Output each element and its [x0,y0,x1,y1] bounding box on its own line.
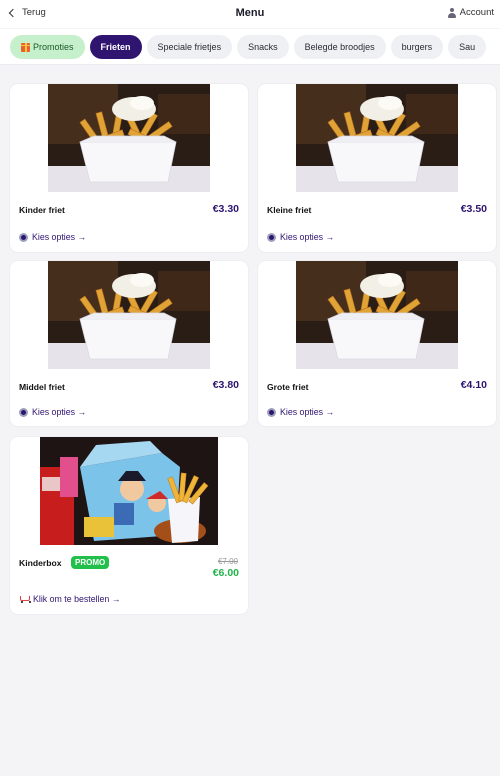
product-image [40,437,218,545]
product-name: Kleine friet [267,205,312,215]
account-button[interactable]: Account [447,7,494,18]
product-image [48,84,210,192]
product-card-grote-friet[interactable]: Grote friet €4.10 Kies opties → [258,261,496,426]
category-chip-label: Promoties [33,42,74,52]
choose-options-link[interactable]: Kies opties → [19,407,86,417]
choose-options-label: Kies opties → [32,407,87,417]
product-name: Kinderbox [19,558,62,568]
product-card-kleine-friet[interactable]: Kleine friet €3.50 Kies opties → [258,84,496,252]
product-name: Middel friet [19,382,65,392]
person-icon [447,7,457,18]
choose-options-link[interactable]: Kies opties → [267,232,334,242]
order-link[interactable]: Klik om te bestellen → [19,594,121,604]
product-price: €4.10 [460,379,487,391]
page-title: Menu [235,7,265,19]
product-name: Kinder friet [19,205,65,215]
category-chip-belegde-broodjes[interactable]: Belegde broodjes [293,35,386,59]
product-price: €6.00 [212,567,239,579]
product-price: €3.50 [460,203,487,215]
product-image [296,84,458,192]
category-bar[interactable]: Promoties Frieten Speciale frietjes Snac… [0,29,500,65]
category-chip-snacks[interactable]: Snacks [237,35,289,59]
product-price: €3.80 [212,379,239,391]
choose-options-label: Kies opties → [32,232,87,242]
product-price: €3.30 [212,203,239,215]
gear-icon [19,232,28,242]
gift-icon [21,42,30,52]
category-chip-frieten[interactable]: Frieten [89,35,142,59]
category-chip-promoties[interactable]: Promoties [10,35,85,59]
category-chip-sauzen[interactable]: Sau [448,35,487,59]
product-image [296,261,458,369]
top-bar: Terug Menu Account [0,0,500,28]
choose-options-label: Kies opties → [280,407,335,417]
choose-options-label: Kies opties → [280,232,335,242]
category-chip-burgers[interactable]: burgers [390,35,444,59]
gear-icon [267,232,276,242]
gear-icon [267,407,276,417]
product-name: Grote friet [267,382,309,392]
product-card-kinderbox[interactable]: Kinderbox PROMO €7.00 €6.00 Klik om te b… [10,437,248,614]
promo-badge: PROMO [71,556,110,569]
product-card-middel-friet[interactable]: Middel friet €3.80 Kies opties → [10,261,248,426]
choose-options-link[interactable]: Kies opties → [267,407,334,417]
gear-icon [19,407,28,417]
cart-icon [19,595,31,603]
old-price: €7.00 [217,557,238,566]
order-label: Klik om te bestellen → [33,594,121,604]
choose-options-link[interactable]: Kies opties → [19,232,86,242]
product-card-kinder-friet[interactable]: Kinder friet €3.30 Kies opties → [10,84,248,252]
product-image [48,261,210,369]
account-label: Account [459,7,494,18]
category-chip-speciale-frietjes[interactable]: Speciale frietjes [146,35,233,59]
